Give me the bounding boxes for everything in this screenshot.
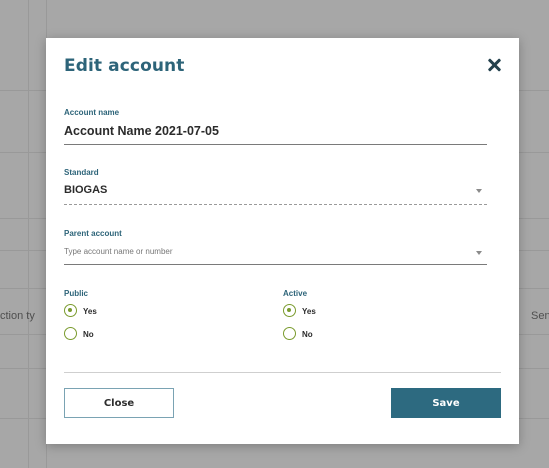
column-header-text: Sen <box>531 310 549 322</box>
active-yes-label: Yes <box>302 307 316 316</box>
parent-account-label: Parent account <box>64 229 122 238</box>
account-name-label: Account name <box>64 108 120 117</box>
parent-account-input[interactable]: Type account name or number <box>64 247 173 256</box>
active-no-label: No <box>302 330 313 339</box>
active-yes-radio[interactable] <box>283 304 296 317</box>
account-name-underline <box>64 144 487 145</box>
chevron-down-icon[interactable] <box>476 251 482 255</box>
public-no-radio[interactable] <box>64 327 77 340</box>
public-yes-radio[interactable] <box>64 304 77 317</box>
account-name-input[interactable]: Account Name 2021-07-05 <box>64 124 219 138</box>
public-no-label: No <box>83 330 94 339</box>
standard-label: Standard <box>64 168 99 177</box>
public-label: Public <box>64 289 89 298</box>
close-button[interactable]: Close <box>64 388 174 418</box>
chevron-down-icon[interactable] <box>476 189 482 193</box>
edit-account-dialog: Edit account Account name Account Name 2… <box>46 38 519 444</box>
dialog-title: Edit account <box>64 56 185 76</box>
active-no-radio[interactable] <box>283 327 296 340</box>
active-label: Active <box>283 289 308 298</box>
column-header-text: ction ty <box>0 310 35 322</box>
standard-underline <box>64 204 487 205</box>
close-icon[interactable] <box>487 58 501 72</box>
standard-select[interactable]: BIOGAS <box>64 184 107 196</box>
column-divider <box>28 0 29 468</box>
save-button[interactable]: Save <box>391 388 501 418</box>
parent-account-underline <box>64 264 487 265</box>
public-yes-label: Yes <box>83 307 97 316</box>
footer-divider <box>64 372 501 373</box>
